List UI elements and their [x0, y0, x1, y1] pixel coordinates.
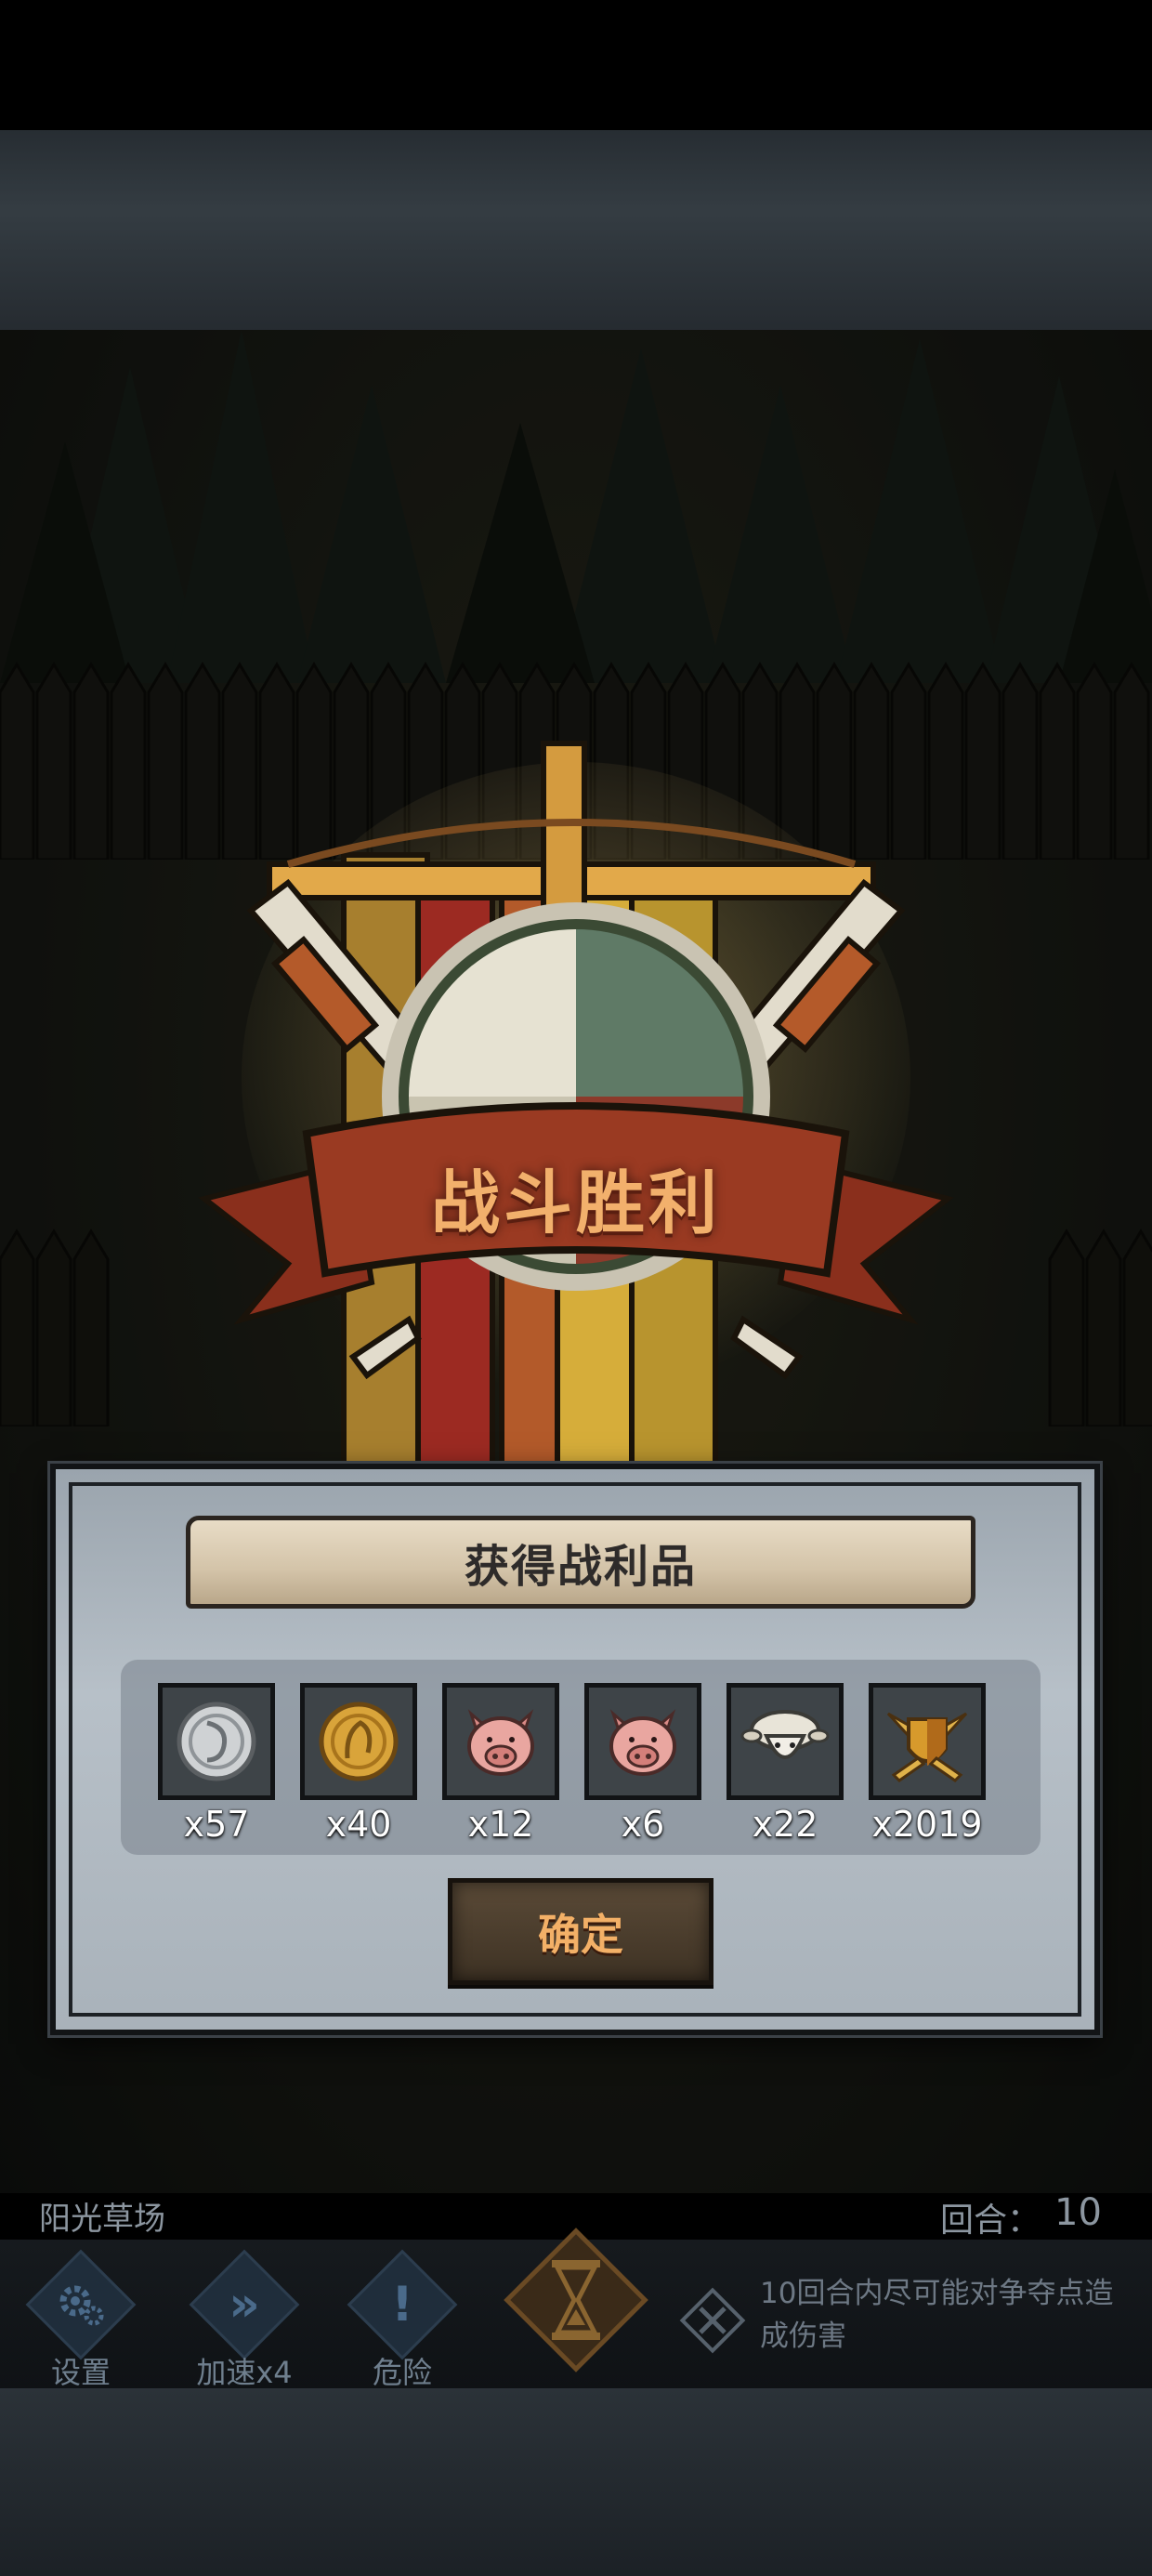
loot-panel: 获得战利品 x57 x40 x12 x6 x22 x2019 确定 — [50, 1464, 1100, 2035]
victory-emblem — [198, 741, 954, 1468]
round-label: 回合： — [940, 2201, 1041, 2240]
danger-button[interactable]: ! 危险 — [333, 2249, 472, 2390]
gold-coin-icon — [319, 1702, 399, 1781]
confirm-button-label: 确定 — [538, 1909, 623, 1960]
speed-up-button[interactable]: » 加速x4 — [175, 2249, 314, 2390]
settings-button[interactable]: 设置 — [11, 2249, 151, 2390]
objective-text: 10回合内尽可能对争夺点造成伤害 — [760, 2277, 1114, 2353]
header-band — [0, 130, 1152, 330]
pig-icon — [467, 1709, 534, 1776]
end-turn-button[interactable] — [492, 2216, 660, 2384]
loot-item-count: x6 — [621, 1804, 665, 1845]
map-name: 阳光草场 — [39, 2201, 165, 2238]
loot-item-count: x40 — [325, 1804, 392, 1845]
loot-item-sheep[interactable]: x22 — [727, 1683, 844, 1845]
speed-label: 加速x4 — [196, 2355, 293, 2390]
gear-icon — [59, 2285, 104, 2326]
confirm-button[interactable]: 确定 — [448, 1878, 713, 1985]
sheep-icon — [740, 1710, 830, 1759]
silver-coin-icon — [177, 1702, 256, 1781]
loot-item-count: x22 — [752, 1804, 818, 1845]
victory-title: 战斗胜利 — [431, 1163, 721, 1243]
loot-item-gold-coin[interactable]: x40 — [300, 1683, 417, 1845]
fast-forward-icon: » — [229, 2277, 260, 2333]
shield-crest-icon — [886, 1712, 968, 1782]
loot-item-pig[interactable]: x6 — [584, 1683, 701, 1845]
bottom-band — [0, 2388, 1152, 2576]
loot-item-count: x2019 — [871, 1804, 983, 1845]
pig-icon — [609, 1709, 676, 1776]
hourglass-icon — [552, 2260, 600, 2340]
loot-item-count: x57 — [183, 1804, 250, 1845]
danger-label: 危险 — [372, 2355, 432, 2390]
loot-item-silver-coin[interactable]: x57 — [158, 1683, 275, 1845]
settings-label: 设置 — [50, 2355, 111, 2390]
loot-item-pig[interactable]: x12 — [442, 1683, 559, 1845]
crossed-swords-icon — [679, 2287, 746, 2354]
loot-item-shield-crest[interactable]: x2019 — [869, 1683, 986, 1845]
loot-title-banner: 获得战利品 — [186, 1516, 975, 1609]
loot-title: 获得战利品 — [464, 1541, 697, 1593]
top-black-bar — [0, 0, 1152, 130]
exclamation-icon: ! — [391, 2277, 413, 2333]
loot-item-count: x12 — [467, 1804, 534, 1845]
round-counter: 10 — [1054, 2191, 1102, 2234]
